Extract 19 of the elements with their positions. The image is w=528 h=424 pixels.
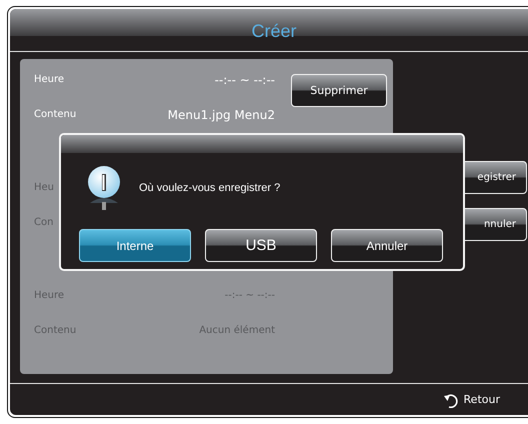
field-value: Menu1.jpg Menu2 xyxy=(168,108,275,122)
back-label[interactable]: Retour xyxy=(464,393,500,406)
field-value: --:-- ~ --:-- xyxy=(224,290,275,301)
window-title: Créer xyxy=(251,20,296,42)
dialog-message: Où voulez-vous enregistrer ? xyxy=(139,182,280,194)
field-label: Con xyxy=(34,217,54,228)
option-button[interactable]: Annuler xyxy=(331,229,443,262)
return-icon[interactable] xyxy=(442,392,459,408)
field-label: Heure xyxy=(34,74,64,85)
field-label: Contenu xyxy=(34,325,76,336)
field-label: Contenu xyxy=(34,109,76,120)
field-value: --:-- ~ --:-- xyxy=(214,72,275,86)
field-value: Aucun élément xyxy=(199,325,275,336)
option-button[interactable]: USB xyxy=(205,229,317,262)
option-button[interactable]: Interne xyxy=(79,229,191,262)
field-label: Heu xyxy=(34,182,54,193)
delete-button[interactable]: Supprimer xyxy=(291,74,387,107)
info-icon xyxy=(87,165,121,211)
field-label: Heure xyxy=(34,290,64,301)
